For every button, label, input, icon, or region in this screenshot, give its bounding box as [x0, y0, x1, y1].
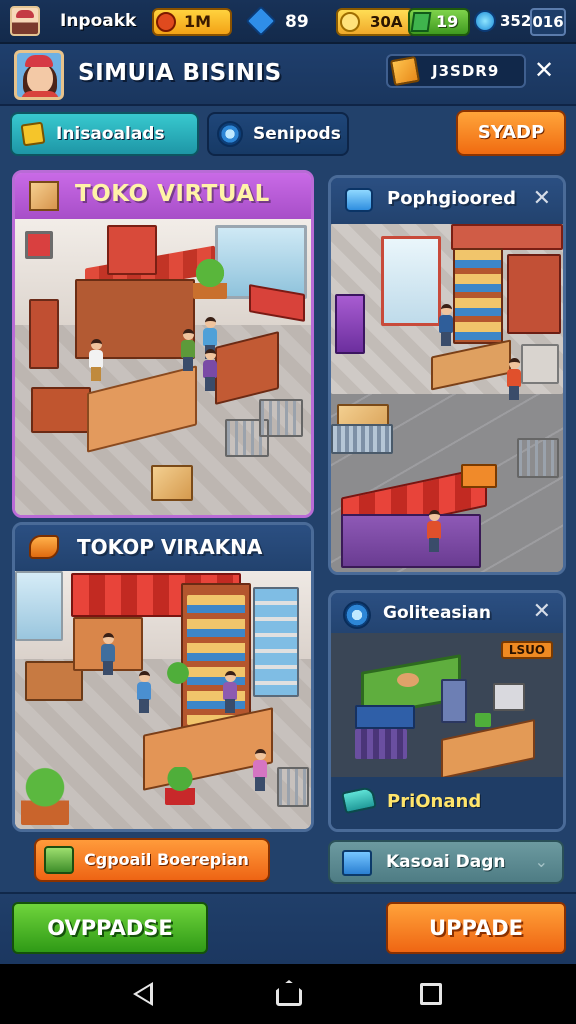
card-title: TOKO VIRTUAL [75, 181, 270, 207]
level-badge[interactable]: 016 [530, 8, 566, 36]
tab-2-label: Senipods [253, 124, 341, 144]
player-avatar[interactable] [14, 50, 64, 100]
cpoall-button[interactable]: Cgpoail Boerepian [34, 838, 270, 882]
card-title: Pophgioored [387, 188, 517, 209]
card-footer[interactable]: PriOnand [331, 777, 563, 829]
store-card-tokop-virakna[interactable]: TOKOP VIRAKNA [12, 522, 314, 832]
tab-inisaoalads[interactable]: Inisaoalads [10, 112, 199, 156]
header-box-label: J3SDR9 [432, 62, 500, 80]
card-header: TOKO VIRTUAL [15, 173, 311, 219]
recent-apps-icon[interactable] [420, 983, 442, 1005]
globe-icon [217, 121, 243, 147]
diamond-icon [474, 10, 496, 32]
card-header: Pophgioored ✕ [331, 178, 563, 224]
kasoai-dropdown[interactable]: Kasoai Dagn ⌄ [328, 840, 564, 884]
card-title: Goliteasian [383, 603, 491, 623]
store-card-toko-virtual[interactable]: TOKO VIRTUAL [12, 170, 314, 518]
ticket-icon [20, 121, 46, 147]
page-title: SIMUIA BISINIS [78, 60, 282, 86]
currency-1-counter[interactable]: 1M [152, 8, 232, 36]
tab-1-label: Inisaoalads [56, 124, 165, 144]
chevron-down-icon: ⌄ [534, 852, 548, 871]
register-icon [342, 850, 372, 876]
store-card-pophgioored[interactable]: Pophgioored ✕ [328, 175, 566, 575]
shop-icon [345, 188, 373, 212]
diamonds-value: 352 [500, 12, 532, 30]
kasoai-label: Kasoai Dagn [386, 852, 506, 872]
shield-coin-icon [156, 12, 176, 32]
tab-senipods[interactable]: Senipods [207, 112, 349, 156]
profile-avatar-small[interactable] [10, 6, 40, 36]
tool-icon [341, 785, 377, 815]
crate-icon [389, 55, 421, 87]
card-title: TOKOP VIRAKNA [77, 535, 263, 559]
cash-register-icon [44, 846, 74, 874]
store-scene-illustration [15, 571, 311, 829]
back-triangle-icon[interactable] [133, 982, 153, 1006]
box-icon [29, 181, 59, 211]
green-value: 19 [436, 12, 459, 31]
card-footer-label: PriOnand [387, 791, 482, 812]
card-close-button[interactable]: ✕ [533, 599, 551, 624]
green-gem-icon [410, 12, 432, 32]
gems-value: 89 [285, 12, 309, 32]
gold-counter[interactable]: 30A [336, 8, 414, 36]
card-badge: LSUO [501, 641, 553, 659]
store-scene-illustration [15, 219, 311, 515]
card-header: TOKOP VIRAKNA [15, 525, 311, 571]
gold-coin-icon [340, 12, 360, 32]
header-close-button[interactable]: ✕ [534, 56, 554, 84]
currency-1-value: 1M [184, 12, 212, 31]
header-resource-box[interactable]: J3SDR9 [386, 54, 526, 88]
cpoall-label: Cgpoail Boerepian [84, 850, 249, 869]
app-name: Inpoakk [60, 11, 137, 31]
store-scene-illustration [331, 224, 563, 572]
syadp-button[interactable]: SYADP [456, 110, 566, 156]
globe-icon [343, 601, 371, 629]
uppade-button[interactable]: UPPADE [386, 902, 566, 954]
green-counter[interactable]: 19 [408, 8, 470, 36]
ovppadse-button[interactable]: OVPPADSE [12, 902, 208, 954]
gold-value: 30A [370, 13, 403, 31]
card-close-button[interactable]: ✕ [533, 186, 551, 211]
flag-icon [29, 535, 59, 559]
store-card-goliteasian[interactable]: Goliteasian ✕ LSUO PriOnand [328, 590, 566, 832]
